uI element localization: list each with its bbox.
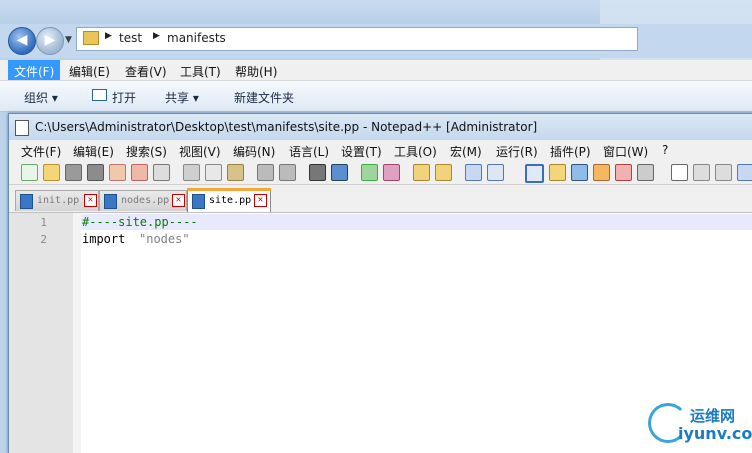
breadcrumb-manifests[interactable]: manifests: [167, 31, 226, 45]
close-all-icon[interactable]: [131, 164, 148, 181]
npp-titlebar[interactable]: C:\Users\Administrator\Desktop\test\mani…: [9, 114, 752, 140]
code-line-1: #----site.pp----: [82, 215, 198, 229]
word-wrap-icon[interactable]: [465, 164, 482, 181]
close-file-icon[interactable]: [109, 164, 126, 181]
npp-menu-encoding[interactable]: 编码(N): [233, 143, 275, 160]
language-icon[interactable]: [549, 164, 566, 181]
zoom-in-icon[interactable]: [361, 164, 378, 181]
open-file-icon[interactable]: [43, 164, 60, 181]
watermark-en: iyunv.com: [678, 424, 752, 443]
doc-map-icon[interactable]: [571, 164, 588, 181]
sync-vertical-icon[interactable]: [413, 164, 430, 181]
tab-init-pp[interactable]: init.pp ✕: [15, 190, 99, 211]
tab-nodes-pp[interactable]: nodes.pp ✕: [99, 190, 187, 211]
save-all-icon[interactable]: [87, 164, 104, 181]
menu-file[interactable]: 文件(F): [8, 60, 61, 80]
history-dropdown-icon[interactable]: ▼: [65, 35, 72, 45]
explorer-menubar: 编辑(E) 查看(V) 工具(T) 帮助(H): [0, 60, 752, 81]
record-macro-icon[interactable]: [671, 164, 688, 181]
playback-icon[interactable]: [715, 164, 732, 181]
chevron-right-icon[interactable]: ▶: [153, 31, 160, 41]
npp-menu-help[interactable]: ?: [662, 143, 668, 157]
tab-bar: init.pp ✕ nodes.pp ✕ site.pp ✕: [9, 186, 752, 213]
find-icon[interactable]: [309, 164, 326, 181]
copy-icon[interactable]: [205, 164, 222, 181]
window-title: C:\Users\Administrator\Desktop\test\mani…: [35, 120, 538, 134]
show-all-chars-icon[interactable]: [487, 164, 504, 181]
file-icon: [104, 194, 117, 209]
npp-menu-macro[interactable]: 宏(M): [450, 143, 482, 160]
address-bar[interactable]: ▶ test ▶ manifests: [76, 27, 638, 51]
run-macro-multiple-icon[interactable]: [737, 164, 752, 181]
organize-button[interactable]: 组织 ▾: [24, 89, 58, 106]
menu-help[interactable]: 帮助(H): [235, 63, 277, 80]
npp-menu-settings[interactable]: 设置(T): [341, 143, 382, 160]
npp-menu-search[interactable]: 搜索(S): [126, 143, 167, 160]
sync-horizontal-icon[interactable]: [435, 164, 452, 181]
menu-edit[interactable]: 编辑(E): [69, 63, 110, 80]
file-icon: [20, 194, 33, 209]
folder-icon: [83, 31, 99, 45]
function-list-icon[interactable]: [593, 164, 610, 181]
save-icon[interactable]: [65, 164, 82, 181]
paste-icon[interactable]: [227, 164, 244, 181]
close-tab-icon[interactable]: ✕: [254, 194, 267, 207]
print-icon[interactable]: [153, 164, 170, 181]
npp-menubar: 文件(F) 编辑(E) 搜索(S) 视图(V) 编码(N) 语言(L) 设置(T…: [9, 140, 752, 160]
close-tab-icon[interactable]: ✕: [172, 194, 185, 207]
line-number: 1: [40, 216, 47, 229]
file-icon: [192, 194, 205, 209]
open-button[interactable]: 打开: [112, 89, 136, 106]
explorer-toolbar: 组织 ▾ 打开 共享 ▾ 新建文件夹: [0, 81, 752, 112]
npp-menu-file[interactable]: 文件(F): [21, 143, 61, 160]
menu-view[interactable]: 查看(V): [125, 63, 167, 80]
notepadpp-window: C:\Users\Administrator\Desktop\test\mani…: [8, 113, 752, 453]
npp-menu-edit[interactable]: 编辑(E): [73, 143, 114, 160]
notepad-icon: [15, 120, 29, 136]
monitoring-icon[interactable]: [637, 164, 654, 181]
watermark-cn: 运维网: [690, 407, 736, 425]
tab-label: init.pp: [37, 195, 80, 206]
redo-icon[interactable]: [279, 164, 296, 181]
code-string-literal: "nodes": [139, 232, 190, 246]
new-folder-button[interactable]: 新建文件夹: [234, 89, 294, 106]
npp-menu-tools[interactable]: 工具(O): [394, 143, 437, 160]
close-tab-icon[interactable]: ✕: [84, 194, 97, 207]
npp-menu-plugins[interactable]: 插件(P): [550, 143, 591, 160]
tab-label: nodes.pp: [121, 195, 170, 206]
folder-as-workspace-icon[interactable]: [615, 164, 632, 181]
npp-toolbar: [9, 160, 752, 185]
forward-button[interactable]: ▶: [36, 27, 64, 55]
replace-icon[interactable]: [331, 164, 348, 181]
npp-menu-run[interactable]: 运行(R): [496, 143, 538, 160]
tab-label: site.pp: [209, 195, 252, 206]
new-file-icon[interactable]: [21, 164, 38, 181]
back-button[interactable]: ◀: [8, 27, 36, 55]
menu-tools[interactable]: 工具(T): [180, 63, 221, 80]
npp-menu-window[interactable]: 窗口(W): [603, 143, 648, 160]
open-icon: [92, 89, 107, 101]
npp-menu-view[interactable]: 视图(V): [179, 143, 221, 160]
share-button[interactable]: 共享 ▾: [165, 89, 199, 106]
cut-icon[interactable]: [183, 164, 200, 181]
npp-menu-language[interactable]: 语言(L): [289, 143, 329, 160]
undo-icon[interactable]: [257, 164, 274, 181]
line-number: 2: [40, 233, 47, 246]
indent-guide-icon[interactable]: [525, 164, 544, 183]
stop-record-icon[interactable]: [693, 164, 710, 181]
code-import-keyword: import: [82, 232, 126, 246]
line-number-gutter: 1 2: [9, 213, 73, 453]
fold-margin: [73, 213, 81, 453]
breadcrumb-test[interactable]: test: [119, 31, 142, 45]
editor-area[interactable]: 1 2 #----site.pp---- import "nodes": [9, 212, 752, 453]
chevron-right-icon[interactable]: ▶: [105, 31, 112, 41]
zoom-out-icon[interactable]: [383, 164, 400, 181]
tab-site-pp[interactable]: site.pp ✕: [187, 188, 271, 213]
